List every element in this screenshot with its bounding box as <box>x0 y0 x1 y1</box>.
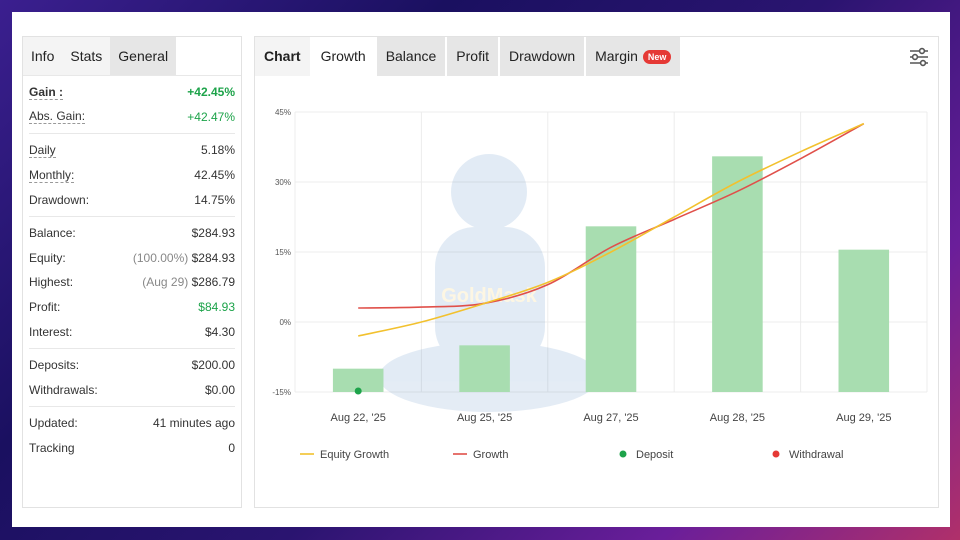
updated-label: Updated: <box>29 416 78 431</box>
x-tick-label: Aug 22, '25 <box>331 412 386 424</box>
balance-group: Balance: $284.93 Equity: (100.00%) $284.… <box>29 217 235 349</box>
stats-panel: Info Stats General Gain : +42.45% Abs. G… <box>22 36 242 508</box>
updated-group: Updated: 41 minutes ago Tracking 0 <box>29 407 235 464</box>
stat-monthly: Monthly: 42.45% <box>29 163 235 188</box>
highest-date: (Aug 29) <box>142 275 189 290</box>
y-tick-label: -15% <box>272 388 291 397</box>
deposit-points <box>354 387 362 395</box>
stat-gain: Gain : +42.45% <box>29 80 235 105</box>
stat-daily: Daily 5.18% <box>29 138 235 163</box>
monthly-value: 42.45% <box>194 168 235 183</box>
x-axis-ticks: Aug 22, '25 Aug 25, '25 Aug 27, '25 Aug 28,… <box>331 412 892 424</box>
stat-withdrawals: Withdrawals: $0.00 <box>29 378 235 403</box>
tracking-label: Tracking <box>29 441 75 456</box>
deposits-label: Deposits: <box>29 358 80 373</box>
stat-balance: Balance: $284.93 <box>29 221 235 246</box>
deposits-group: Deposits: $200.00 Withdrawals: $0.00 <box>29 349 235 408</box>
bar <box>838 249 890 392</box>
new-badge: New <box>642 49 672 64</box>
monthly-label[interactable]: Monthly: <box>29 168 75 183</box>
legend-deposit-swatch <box>619 450 627 458</box>
withdrawals-value: $0.00 <box>204 382 235 397</box>
tab-growth[interactable]: Growth <box>311 37 375 76</box>
legend-withdrawal-swatch <box>772 450 780 458</box>
stat-tracking: Tracking 0 <box>29 436 235 461</box>
y-tick-label: 0% <box>279 318 291 327</box>
interest-value: $4.30 <box>204 324 235 339</box>
gain-value: +42.45% <box>187 85 235 100</box>
equity-label: Equity: <box>29 250 66 265</box>
screenshot-frame: Info Stats General Gain : +42.45% Abs. G… <box>12 12 950 527</box>
gain-label[interactable]: Gain : <box>29 85 64 100</box>
highest-value: $286.79 <box>191 275 235 290</box>
withdrawals-label: Withdrawals: <box>29 382 98 397</box>
tab-profit[interactable]: Profit <box>447 37 498 76</box>
tab-balance[interactable]: Balance <box>376 37 446 76</box>
y-tick-label: 45% <box>275 108 291 117</box>
tab-margin-label: Margin <box>595 48 638 64</box>
profit-value: $84.93 <box>198 300 235 315</box>
x-tick-label: Aug 29, '25 <box>836 412 891 424</box>
growth-chart: GoldMask 45%30%15%0%-15% Aug 22, '25 Aug … <box>272 108 928 461</box>
stat-equity: Equity: (100.00%) $284.93 <box>29 246 235 271</box>
stat-profit: Profit: $84.93 <box>29 295 235 320</box>
legend-label: Equity Growth <box>320 449 389 461</box>
y-tick-label: 15% <box>275 248 291 257</box>
tab-info[interactable]: Info <box>23 37 63 75</box>
bar <box>459 345 510 392</box>
updated-value: 41 minutes ago <box>152 416 235 431</box>
x-tick-label: Aug 27, '25 <box>583 412 638 424</box>
drawdown-label: Drawdown: <box>29 192 90 207</box>
balance-value: $284.93 <box>191 226 235 241</box>
stat-abs-gain: Abs. Gain: +42.47% <box>29 105 235 130</box>
legend-label: Growth <box>473 449 508 461</box>
chart-tabs: Chart Growth Balance Profit Drawdown Mar… <box>255 37 938 76</box>
watermark-text: GoldMask <box>441 285 537 307</box>
chart-tabs-label: Chart <box>255 37 310 76</box>
rate-group: Daily 5.18% Monthly: 42.45% Drawdown: 14… <box>29 134 235 217</box>
y-axis-ticks: 45% 30% 15% 0% -15% <box>272 108 291 397</box>
daily-value: 5.18% <box>200 143 235 158</box>
tab-margin[interactable]: Margin New <box>586 37 681 76</box>
abs-gain-value: +42.47% <box>187 109 235 124</box>
deposit-point <box>354 387 362 395</box>
profit-label: Profit: <box>29 300 61 315</box>
chart-panel: Chart Growth Balance Profit Drawdown Mar… <box>254 36 939 508</box>
equity-percent: (100.00%) <box>132 250 189 265</box>
balance-label: Balance: <box>29 226 76 241</box>
stat-highest: Highest: (Aug 29) $286.79 <box>29 270 235 295</box>
abs-gain-label[interactable]: Abs. Gain: <box>29 109 86 125</box>
x-tick-label: Aug 28, '25 <box>710 412 765 424</box>
deposits-value: $200.00 <box>191 358 235 373</box>
stats-tabs: Info Stats General <box>23 37 241 76</box>
legend-label: Withdrawal <box>789 449 843 461</box>
gain-group: Gain : +42.45% Abs. Gain: +42.47% <box>29 76 235 135</box>
stat-updated: Updated: 41 minutes ago <box>29 411 235 436</box>
sliders-icon[interactable] <box>908 46 930 68</box>
drawdown-value: 14.75% <box>194 192 235 207</box>
stat-deposits: Deposits: $200.00 <box>29 353 235 378</box>
y-tick-label: 30% <box>275 178 291 187</box>
tab-drawdown[interactable]: Drawdown <box>499 37 585 76</box>
equity-value: $284.93 <box>191 250 235 265</box>
chart-legend: Equity Growth Growth Deposit Withdrawal <box>300 449 843 461</box>
daily-label[interactable]: Daily <box>29 143 56 158</box>
highest-label: Highest: <box>29 275 74 290</box>
tab-general[interactable]: General <box>110 37 177 75</box>
interest-label: Interest: <box>29 324 73 339</box>
stat-drawdown: Drawdown: 14.75% <box>29 187 235 212</box>
tab-stats[interactable]: Stats <box>62 37 111 75</box>
stat-interest: Interest: $4.30 <box>29 319 235 344</box>
x-tick-label: Aug 25, '25 <box>457 412 512 424</box>
legend-label: Deposit <box>636 449 673 461</box>
tracking-value: 0 <box>228 441 235 456</box>
